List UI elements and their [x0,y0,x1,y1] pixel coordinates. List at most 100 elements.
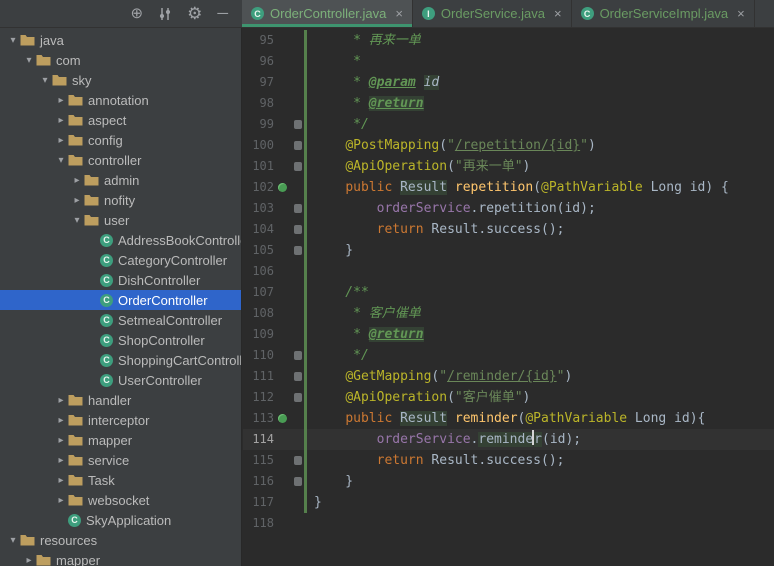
line-number: 95 [259,33,274,47]
close-icon[interactable]: × [395,6,403,21]
code-line: 96 * [243,51,774,72]
tree-item-task[interactable]: ▸ Task [0,470,241,490]
tree-item-label: SetmealController [118,312,223,328]
tree-item-skyapplication[interactable]: C SkyApplication [0,510,241,530]
tree-item-ordercontroller[interactable]: C OrderController [0,290,241,310]
chevron-right-icon[interactable]: ▸ [54,455,68,466]
chevron-down-icon[interactable]: ▾ [6,535,20,546]
code-line-content[interactable]: orderService.reminder(id); [314,429,774,450]
tab-orderserviceimpl-java[interactable]: C OrderServiceImpl.java × [572,0,755,27]
code-line-content[interactable] [314,513,774,534]
tree-item-admin[interactable]: ▸ admin [0,170,241,190]
code-line-content[interactable]: } [314,492,774,513]
gutter-icon-slot [274,303,291,324]
chevron-right-icon[interactable]: ▸ [54,135,68,146]
code-line-content[interactable]: * [314,51,774,72]
chevron-down-icon[interactable]: ▾ [38,75,52,86]
chevron-right-icon[interactable]: ▸ [22,555,36,566]
tree-item-label: ShoppingCartController [118,352,242,368]
locate-icon[interactable]: ⊕ [131,6,144,21]
tree-item-aspect[interactable]: ▸ aspect [0,110,241,130]
code-line-content[interactable]: public Result reminder(@PathVariable Lon… [314,408,774,429]
chevron-right-icon[interactable]: ▸ [54,475,68,486]
tree-item-dishcontroller[interactable]: C DishController [0,270,241,290]
tree-item-addressbookcontroller[interactable]: C AddressBookController [0,230,241,250]
chevron-right-icon[interactable]: ▸ [54,415,68,426]
chevron-right-icon[interactable]: ▸ [54,435,68,446]
tree-item-service[interactable]: ▸ service [0,450,241,470]
code-editor[interactable]: 95 * 再来一单 96 * 97 * @param id 98 * @return 9… [243,28,774,566]
code-line-content[interactable]: return Result.success(); [314,450,774,471]
tree-item-shopcontroller[interactable]: C ShopController [0,330,241,350]
chevron-down-icon[interactable]: ▾ [70,215,84,226]
tree-item-controller[interactable]: ▾ controller [0,150,241,170]
tree-item-nofity[interactable]: ▸ nofity [0,190,241,210]
tree-item-setmealcontroller[interactable]: C SetmealController [0,310,241,330]
code-line-content[interactable]: * @return [314,93,774,114]
tree-item-mapper[interactable]: ▸ mapper [0,550,241,566]
code-line-content[interactable]: * 客户催单 [314,303,774,324]
code-line-content[interactable]: } [314,240,774,261]
chevron-down-icon[interactable]: ▾ [22,55,36,66]
tree-item-config[interactable]: ▸ config [0,130,241,150]
code-token: @PathVariable [525,411,628,426]
filter-sliders-icon[interactable] [158,7,172,21]
chevron-right-icon[interactable]: ▸ [54,95,68,106]
chevron-down-icon[interactable]: ▾ [6,35,20,46]
tree-item-user[interactable]: ▾ user [0,210,241,230]
tab-orderservice-java[interactable]: I OrderService.java × [413,0,572,27]
spring-mapping-icon[interactable] [278,414,287,423]
code-line-content[interactable]: * 再来一单 [314,30,774,51]
tree-item-handler[interactable]: ▸ handler [0,390,241,410]
code-line-content[interactable]: * @return [314,324,774,345]
chevron-right-icon[interactable]: ▸ [54,495,68,506]
spring-mapping-icon[interactable] [278,183,287,192]
code-line-content[interactable]: return Result.success(); [314,219,774,240]
code-line-content[interactable]: } [314,471,774,492]
chevron-right-icon[interactable]: ▸ [54,395,68,406]
tree-item-mapper[interactable]: ▸ mapper [0,430,241,450]
tree-item-java[interactable]: ▾ java [0,30,241,50]
code-token: @PostMapping [345,138,440,153]
code-line-content[interactable]: orderService.repetition(id); [314,198,774,219]
tree-item-annotation[interactable]: ▸ annotation [0,90,241,110]
chevron-right-icon[interactable]: ▸ [70,195,84,206]
tree-item-com[interactable]: ▾ com [0,50,241,70]
tree-item-websocket[interactable]: ▸ websocket [0,490,241,510]
hide-panel-icon[interactable]: ─ [217,6,228,21]
code-line-content[interactable]: */ [314,114,774,135]
code-token: * [314,75,369,90]
code-line-content[interactable]: @PostMapping("/repetition/{id}") [314,135,774,156]
code-line-content[interactable]: @ApiOperation("再来一单") [314,156,774,177]
tree-item-categorycontroller[interactable]: C CategoryController [0,250,241,270]
chevron-down-icon[interactable]: ▾ [54,155,68,166]
class-icon: C [68,513,81,527]
code-line-content[interactable]: @GetMapping("/reminder/{id}") [314,366,774,387]
tree-item-usercontroller[interactable]: C UserController [0,370,241,390]
code-line-content[interactable]: * @param id [314,72,774,93]
code-line: 98 * @return [243,93,774,114]
code-line-content[interactable]: */ [314,345,774,366]
chevron-right-icon[interactable]: ▸ [70,175,84,186]
tree-item-interceptor[interactable]: ▸ interceptor [0,410,241,430]
code-line-content[interactable] [314,261,774,282]
code-line-content[interactable]: public Result repetition(@PathVariable L… [314,177,774,198]
folder-icon [68,474,83,486]
gutter-mark-icon [293,162,302,171]
tree-item-sky[interactable]: ▾ sky [0,70,241,90]
line-number: 105 [252,243,274,257]
tree-item-resources[interactable]: ▾ resources [0,530,241,550]
tab-ordercontroller-java[interactable]: C OrderController.java × [242,0,413,27]
close-icon[interactable]: × [737,6,745,21]
settings-gear-icon[interactable]: ⚙ [187,5,202,22]
folder-icon [36,54,51,66]
chevron-right-icon[interactable]: ▸ [54,115,68,126]
code-line-content[interactable]: /** [314,282,774,303]
close-icon[interactable]: × [554,6,562,21]
code-line-content[interactable]: @ApiOperation("客户催单") [314,387,774,408]
folder-icon [68,94,83,106]
line-number: 118 [252,516,274,530]
tree-item-shoppingcartcontroller[interactable]: C ShoppingCartController [0,350,241,370]
code-line: 104 return Result.success(); [243,219,774,240]
